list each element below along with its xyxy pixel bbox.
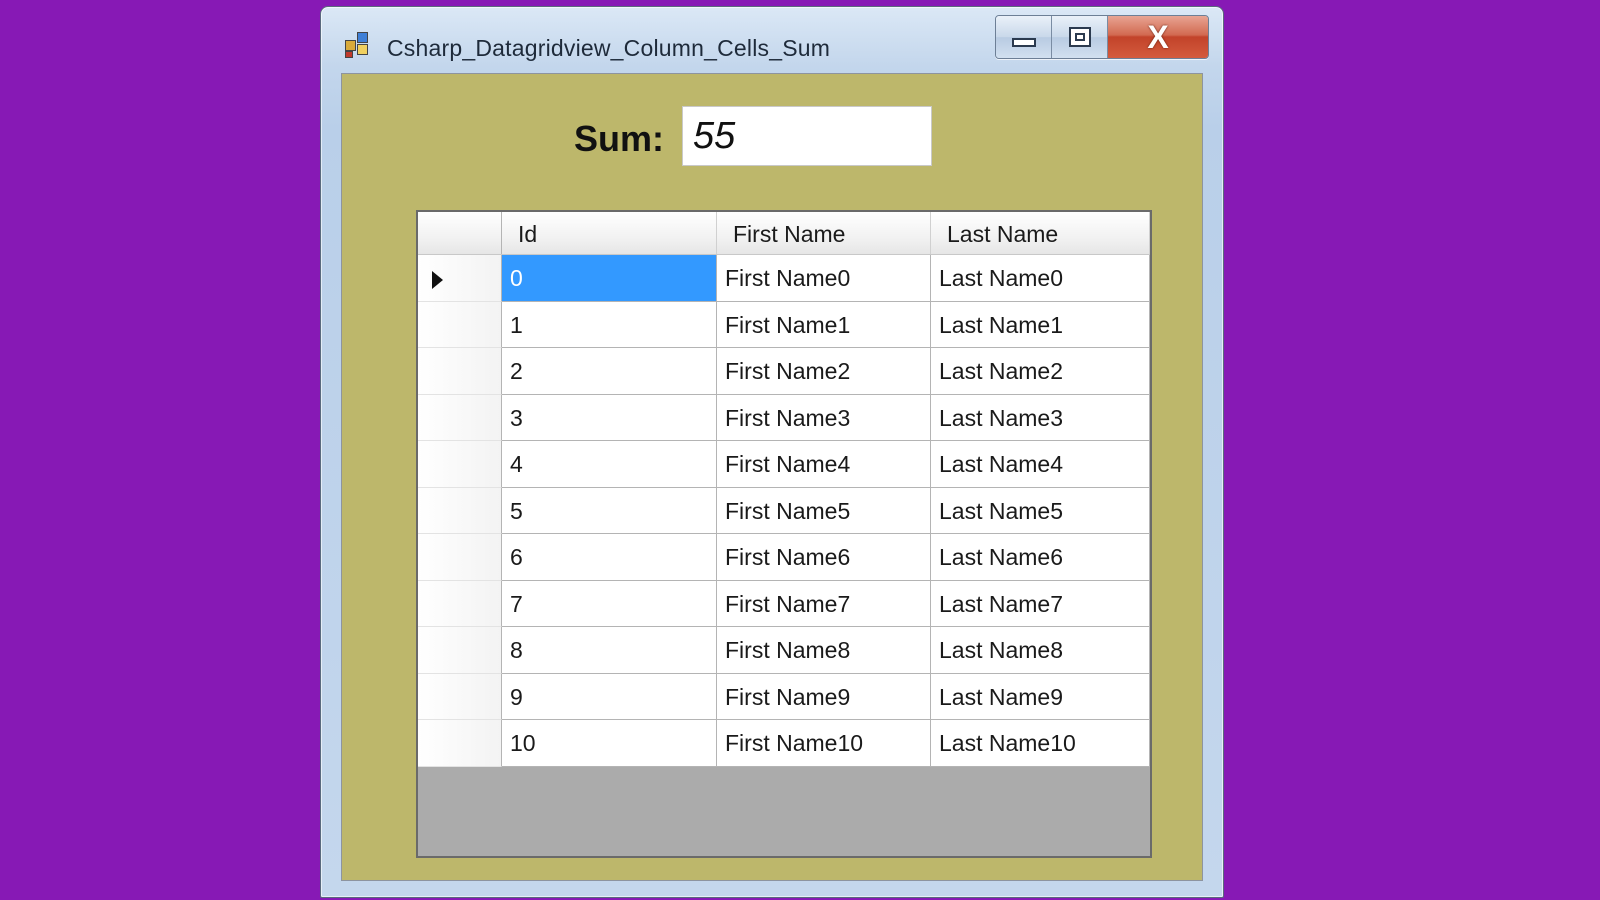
current-row-arrow-icon xyxy=(432,271,443,289)
row-header-cell[interactable] xyxy=(418,255,502,302)
cell-first-name[interactable]: First Name8 xyxy=(717,627,931,674)
cell-id[interactable]: 3 xyxy=(502,394,717,441)
cell-last-name[interactable]: Last Name6 xyxy=(931,534,1150,581)
table-row[interactable]: 0 First Name0 Last Name0 xyxy=(418,255,1150,302)
cell-id[interactable]: 0 xyxy=(502,255,717,302)
table-row[interactable]: 5 First Name5 Last Name5 xyxy=(418,487,1150,534)
row-header-cell[interactable] xyxy=(418,580,502,627)
minimize-icon xyxy=(1011,37,1036,47)
cell-first-name[interactable]: First Name9 xyxy=(717,673,931,720)
cell-first-name[interactable]: First Name3 xyxy=(717,394,931,441)
sum-textbox[interactable] xyxy=(682,106,932,166)
row-header-cell[interactable] xyxy=(418,301,502,348)
maximize-icon xyxy=(1068,27,1091,47)
close-button[interactable]: X xyxy=(1108,16,1208,58)
table-row[interactable]: 6 First Name6 Last Name6 xyxy=(418,534,1150,581)
column-header-id[interactable]: Id xyxy=(502,212,717,254)
cell-last-name[interactable]: Last Name9 xyxy=(931,673,1150,720)
window-title: Csharp_Datagridview_Column_Cells_Sum xyxy=(387,35,831,61)
cell-first-name[interactable]: First Name7 xyxy=(717,580,931,627)
table-row[interactable]: 2 First Name2 Last Name2 xyxy=(418,348,1150,395)
cell-last-name[interactable]: Last Name0 xyxy=(931,255,1150,302)
grid-header-row: Id First Name Last Name xyxy=(418,212,1150,255)
row-header-cell[interactable] xyxy=(418,441,502,488)
row-header-cell[interactable] xyxy=(418,394,502,441)
cell-id[interactable]: 5 xyxy=(502,487,717,534)
table-row[interactable]: 7 First Name7 Last Name7 xyxy=(418,580,1150,627)
table-row[interactable]: 1 First Name1 Last Name1 xyxy=(418,301,1150,348)
table-row[interactable]: 10 First Name10 Last Name10 xyxy=(418,720,1150,767)
cell-id[interactable]: 6 xyxy=(502,534,717,581)
cell-id[interactable]: 1 xyxy=(502,301,717,348)
cell-last-name[interactable]: Last Name2 xyxy=(931,348,1150,395)
grid-body: 0 First Name0 Last Name0 1 First Name1 Last N… xyxy=(418,255,1150,767)
cell-id[interactable]: 9 xyxy=(502,673,717,720)
table-row[interactable]: 3 First Name3 Last Name3 xyxy=(418,394,1150,441)
sum-label: Sum: xyxy=(574,118,664,159)
close-icon: X xyxy=(1147,19,1169,55)
maximize-button[interactable] xyxy=(1052,16,1108,58)
row-header-cell[interactable] xyxy=(418,348,502,395)
cell-id[interactable]: 10 xyxy=(502,720,717,767)
cell-last-name[interactable]: Last Name10 xyxy=(931,720,1150,767)
cell-first-name[interactable]: First Name2 xyxy=(717,348,931,395)
cell-last-name[interactable]: Last Name3 xyxy=(931,394,1150,441)
cell-first-name[interactable]: First Name1 xyxy=(717,301,931,348)
cell-id[interactable]: 4 xyxy=(502,441,717,488)
cell-id[interactable]: 8 xyxy=(502,627,717,674)
row-header-cell[interactable] xyxy=(418,627,502,674)
row-header-cell[interactable] xyxy=(418,487,502,534)
row-header-cell[interactable] xyxy=(418,534,502,581)
app-window: Csharp_Datagridview_Column_Cells_Sum X S… xyxy=(320,6,1224,898)
cell-id[interactable]: 7 xyxy=(502,580,717,627)
cell-last-name[interactable]: Last Name8 xyxy=(931,627,1150,674)
cell-first-name[interactable]: First Name5 xyxy=(717,487,931,534)
title-bar[interactable]: Csharp_Datagridview_Column_Cells_Sum X xyxy=(321,7,1223,73)
cell-id[interactable]: 2 xyxy=(502,348,717,395)
data-grid-view[interactable]: Id First Name Last Name 0 First Name0 Last… xyxy=(416,210,1152,858)
cell-last-name[interactable]: Last Name1 xyxy=(931,301,1150,348)
cell-first-name[interactable]: First Name6 xyxy=(717,534,931,581)
winforms-app-icon[interactable] xyxy=(345,32,373,58)
cell-last-name[interactable]: Last Name4 xyxy=(931,441,1150,488)
row-header-cell[interactable] xyxy=(418,673,502,720)
column-header-first-name[interactable]: First Name xyxy=(717,212,931,254)
table-row[interactable]: 4 First Name4 Last Name4 xyxy=(418,441,1150,488)
top-left-header-cell[interactable] xyxy=(418,212,502,254)
table-row[interactable]: 9 First Name9 Last Name9 xyxy=(418,673,1150,720)
cell-first-name[interactable]: First Name0 xyxy=(717,255,931,302)
cell-last-name[interactable]: Last Name7 xyxy=(931,580,1150,627)
column-header-last-name[interactable]: Last Name xyxy=(931,212,1150,254)
caption-buttons: X xyxy=(995,15,1209,59)
cell-first-name[interactable]: First Name4 xyxy=(717,441,931,488)
row-header-cell[interactable] xyxy=(418,720,502,767)
cell-last-name[interactable]: Last Name5 xyxy=(931,487,1150,534)
cell-first-name[interactable]: First Name10 xyxy=(717,720,931,767)
table-row[interactable]: 8 First Name8 Last Name8 xyxy=(418,627,1150,674)
minimize-button[interactable] xyxy=(996,16,1052,58)
form-client-area: Sum: Id First Name Last Name 0First Name… xyxy=(341,73,1203,881)
